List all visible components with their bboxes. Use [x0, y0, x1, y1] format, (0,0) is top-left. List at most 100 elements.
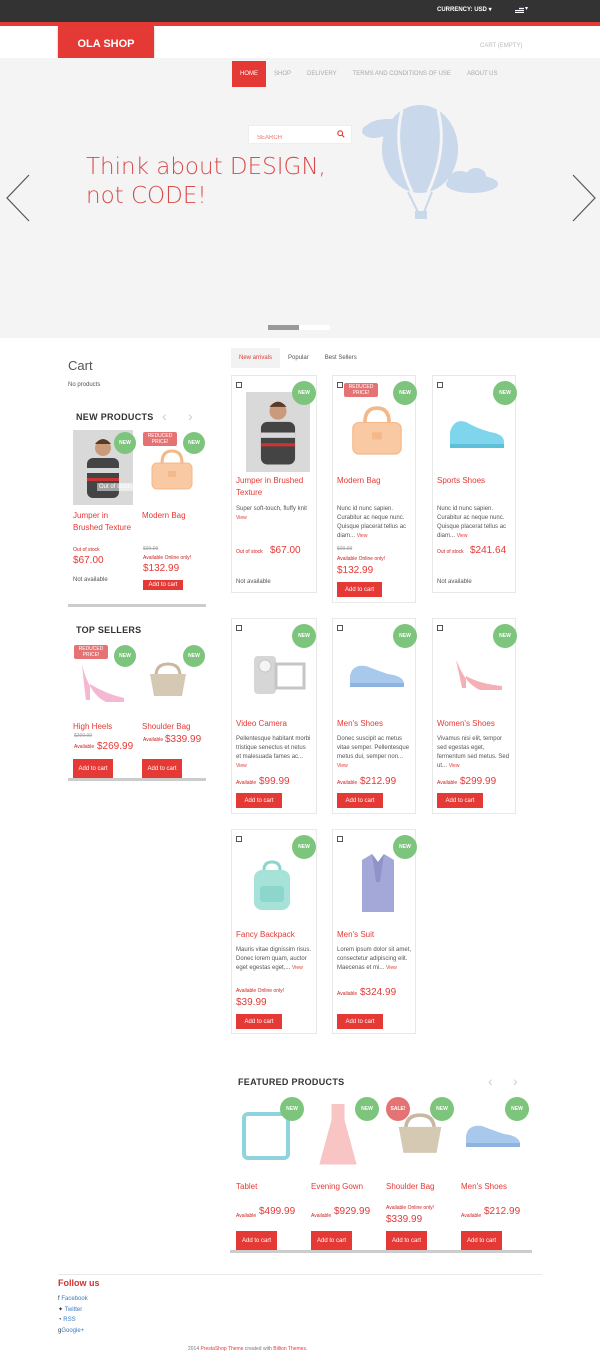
nav-item-delivery[interactable]: DELIVERY — [299, 61, 345, 87]
google-plus-link[interactable]: gGoogle+ — [58, 1328, 84, 1334]
womens-shoes-product-image[interactable] — [452, 656, 506, 692]
product-name[interactable]: Modern Bag — [337, 475, 381, 487]
cart-block-title[interactable]: Cart — [68, 358, 93, 373]
product-name[interactable]: Tablet — [236, 1181, 257, 1193]
mens-shoes-product-image[interactable] — [346, 662, 408, 690]
carousel-prev-icon[interactable]: ‹ — [488, 1073, 493, 1089]
add-to-cart-button[interactable]: Add to cart — [236, 1014, 282, 1029]
shop-logo[interactable]: OLA SHOP — [58, 26, 154, 62]
facebook-link[interactable]: f Facebook — [58, 1296, 88, 1302]
cart-status[interactable]: CART (EMPTY) — [480, 43, 522, 49]
view-link[interactable]: View — [449, 763, 460, 769]
compare-checkbox[interactable] — [236, 625, 242, 631]
twitter-link[interactable]: ✦ Twitter — [58, 1306, 82, 1313]
add-to-cart-button[interactable]: Add to cart — [236, 793, 282, 808]
author-link[interactable]: Billion Themes — [273, 1346, 306, 1352]
slider-prev-arrow-icon[interactable] — [4, 173, 34, 223]
add-to-cart-button[interactable]: Add to cart — [437, 793, 483, 808]
theme-link[interactable]: PrestaShop Theme — [201, 1346, 244, 1352]
compare-checkbox[interactable] — [437, 625, 443, 631]
mens-shoes-product-image[interactable] — [462, 1122, 524, 1150]
new-badge: NEW — [280, 1097, 304, 1121]
featured-products-title[interactable]: FEATURED PRODUCTS — [238, 1077, 344, 1087]
compare-checkbox[interactable] — [337, 625, 343, 631]
product-name[interactable]: Sports Shoes — [437, 475, 485, 487]
product-name[interactable]: Women's Shoes — [437, 718, 495, 730]
product-name[interactable]: Evening Gown — [311, 1181, 363, 1193]
product-name[interactable]: Jumper in Brushed Texture — [73, 510, 133, 534]
backpack-product-image[interactable] — [248, 860, 296, 912]
search-box — [248, 125, 352, 147]
view-link[interactable]: View — [357, 533, 368, 539]
availability-status: Available — [337, 991, 358, 997]
evening-gown-product-image[interactable] — [318, 1102, 358, 1166]
add-to-cart-button[interactable]: Add to cart — [73, 759, 113, 779]
carousel-scrollbar[interactable] — [68, 604, 206, 607]
product-name[interactable]: Men's Shoes — [461, 1181, 507, 1193]
slider-dot-2[interactable] — [299, 325, 330, 330]
currency-selector[interactable]: CURRENCY: USD ▾ — [437, 6, 492, 13]
search-icon[interactable] — [337, 130, 345, 138]
add-to-cart-button[interactable]: Add to cart — [337, 1014, 383, 1029]
product-name[interactable]: Fancy Backpack — [236, 929, 295, 941]
carousel-scrollbar[interactable] — [68, 778, 206, 781]
compare-checkbox[interactable] — [337, 382, 343, 388]
compare-checkbox[interactable] — [337, 836, 343, 842]
search-input[interactable] — [249, 129, 335, 147]
carousel-next-icon[interactable]: › — [513, 1073, 518, 1089]
top-sellers-title[interactable]: TOP SELLERS — [76, 625, 141, 635]
add-to-cart-button[interactable]: Add to cart — [143, 580, 183, 590]
high-heels-product-image[interactable] — [76, 660, 128, 705]
us-flag-icon[interactable] — [515, 7, 524, 13]
video-camera-product-image[interactable] — [250, 650, 306, 698]
rss-link[interactable]: ◔ RSS — [58, 1317, 76, 1323]
carousel-prev-icon[interactable]: ‹ — [162, 408, 167, 424]
add-to-cart-button[interactable]: Add to cart — [337, 582, 382, 597]
product-name[interactable]: Men's Suit — [337, 929, 374, 941]
view-link[interactable]: View — [236, 515, 247, 521]
add-to-cart-button[interactable]: Add to cart — [311, 1231, 352, 1251]
product-name[interactable]: Shoulder Bag — [142, 721, 190, 733]
tab-best-sellers[interactable]: Best Sellers — [317, 348, 365, 368]
chevron-down-icon[interactable]: ▾ — [525, 5, 528, 12]
product-description: Lorem ipsum dolor sit amet, consectetur … — [337, 947, 412, 971]
view-link[interactable]: View — [236, 763, 247, 769]
compare-checkbox[interactable] — [437, 382, 443, 388]
add-to-cart-button[interactable]: Add to cart — [337, 793, 383, 808]
new-products-title[interactable]: NEW PRODUCTS — [76, 412, 154, 422]
product-name[interactable]: Jumper in Brushed Texture — [236, 475, 314, 499]
carousel-next-icon[interactable]: › — [188, 408, 193, 424]
tab-new-arrivals[interactable]: New arrivals — [231, 348, 281, 368]
new-badge: NEW — [393, 835, 417, 859]
product-name[interactable]: Modern Bag — [142, 510, 186, 522]
add-to-cart-button[interactable]: Add to cart — [461, 1231, 502, 1251]
slider-next-arrow-icon[interactable] — [568, 173, 598, 223]
product-name[interactable]: Men's Shoes — [337, 718, 383, 730]
new-badge: NEW — [430, 1097, 454, 1121]
view-link[interactable]: View — [386, 965, 397, 971]
product-name[interactable]: High Heels — [73, 721, 112, 733]
view-link[interactable]: View — [337, 763, 348, 769]
nav-item-about[interactable]: ABOUT US — [459, 61, 506, 87]
new-badge: NEW — [393, 381, 417, 405]
nav-item-terms[interactable]: TERMS AND CONDITIONS OF USE — [345, 61, 459, 87]
product-name[interactable]: Video Camera — [236, 718, 287, 730]
carousel-scrollbar[interactable] — [230, 1250, 532, 1253]
add-to-cart-button[interactable]: Add to cart — [142, 759, 182, 779]
mens-suit-product-image[interactable] — [358, 852, 398, 914]
product-name[interactable]: Shoulder Bag — [386, 1181, 434, 1193]
view-link[interactable]: View — [457, 533, 468, 539]
add-to-cart-button[interactable]: Add to cart — [386, 1231, 427, 1251]
modern-bag-product-image[interactable] — [348, 400, 406, 462]
nav-item-home[interactable]: HOME — [232, 61, 266, 87]
slider-dot-1[interactable] — [268, 325, 299, 330]
shoulder-bag-product-image[interactable] — [146, 660, 190, 700]
compare-checkbox[interactable] — [236, 382, 242, 388]
new-badge: NEW — [355, 1097, 379, 1121]
add-to-cart-button[interactable]: Add to cart — [236, 1231, 277, 1251]
compare-checkbox[interactable] — [236, 836, 242, 842]
sports-shoes-product-image[interactable] — [446, 414, 508, 450]
nav-item-shop[interactable]: SHOP — [266, 61, 299, 87]
view-link[interactable]: View — [292, 965, 303, 971]
tab-popular[interactable]: Popular — [280, 348, 317, 368]
